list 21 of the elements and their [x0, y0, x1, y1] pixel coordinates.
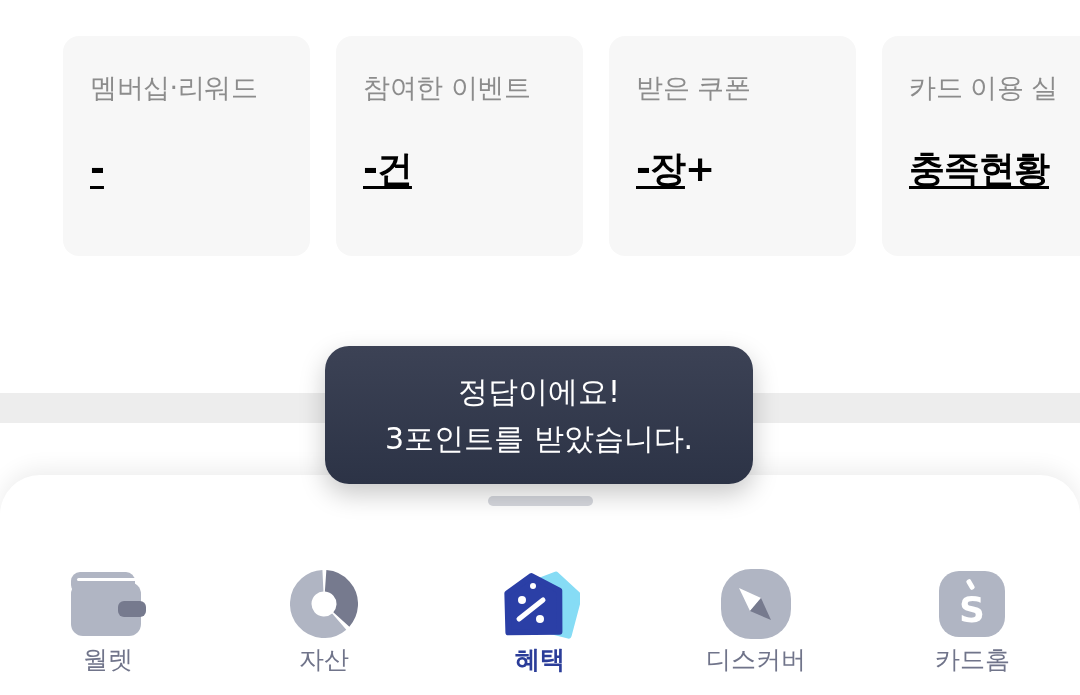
- value-link[interactable]: -: [90, 146, 104, 192]
- value-link[interactable]: -장: [636, 146, 685, 192]
- donut-chart-icon: [290, 570, 358, 638]
- toast-message: 3포인트를 받았습니다.: [384, 420, 694, 458]
- drag-handle[interactable]: [487, 496, 593, 506]
- nav-tab[interactable]: 디스커버: [706, 568, 806, 676]
- value-link[interactable]: -건: [363, 146, 412, 192]
- card-label: 참여한 이벤트: [363, 71, 531, 105]
- logo-icon: S: [939, 571, 1005, 637]
- toast-message: 정답이에요!: [458, 373, 620, 411]
- value-suffix: +: [684, 147, 716, 191]
- compass-icon: [721, 569, 791, 639]
- nav-tab[interactable]: 월렛: [70, 568, 146, 676]
- card-label: 멤버십·리워드: [90, 71, 258, 105]
- value-link[interactable]: 충족현황: [909, 146, 1049, 192]
- card-label: 받은 쿠폰: [636, 71, 751, 105]
- nav-tab[interactable]: S 카드홈: [934, 568, 1010, 676]
- card-label: 카드 이용 실: [909, 71, 1058, 105]
- wallet-icon: [70, 572, 146, 636]
- nav-tab[interactable]: 혜택: [500, 568, 580, 676]
- nav-tab[interactable]: 자산: [290, 568, 358, 676]
